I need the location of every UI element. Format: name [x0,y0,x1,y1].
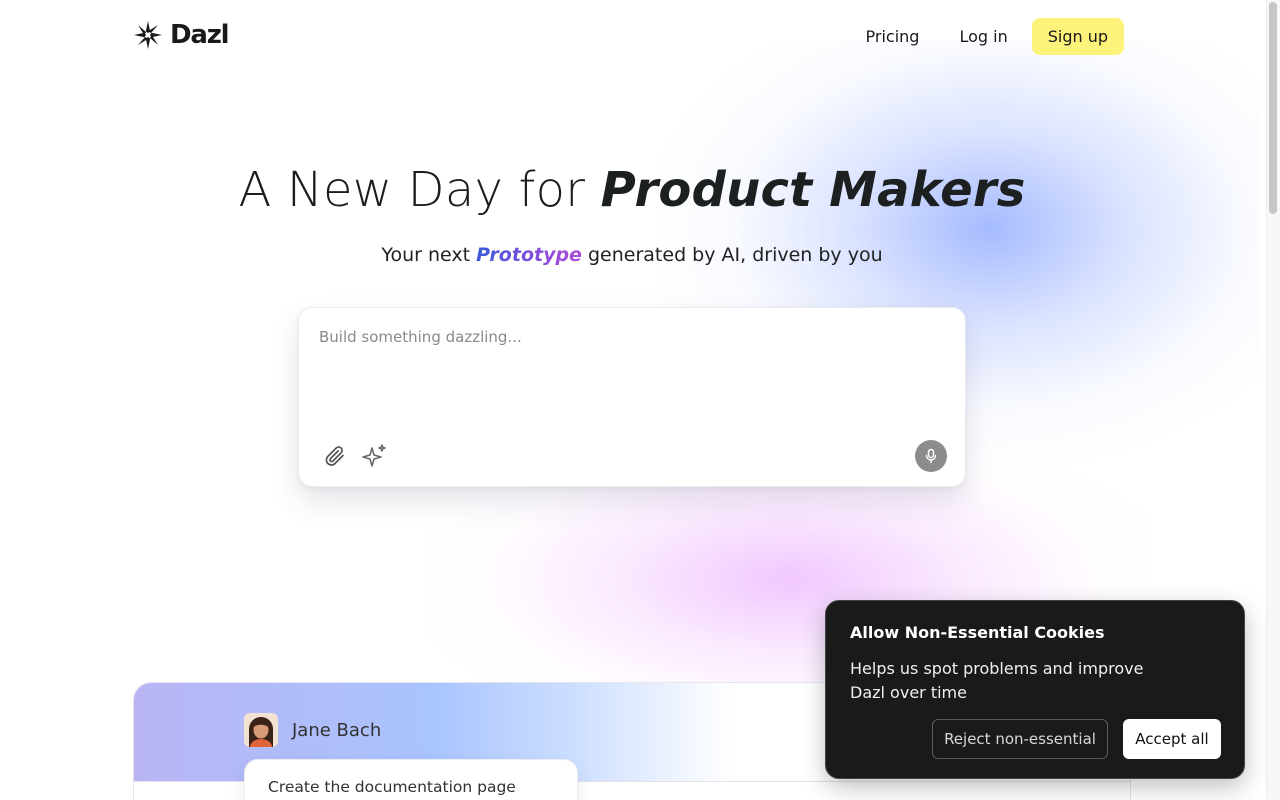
enhance-button[interactable] [361,442,389,470]
cookie-banner: Allow Non-Essential Cookies Helps us spo… [825,600,1245,779]
login-link[interactable]: Log in [943,18,1023,55]
brand-name: Dazl [170,20,230,50]
hero-sub-highlight: Prototype [476,244,582,266]
page-scrollbar[interactable] [1266,0,1280,800]
prompt-card [298,307,966,487]
brand-logo[interactable]: Dazl [132,18,230,52]
prompt-input[interactable] [319,328,939,418]
preview-message-card: Create the documentation page [244,759,578,800]
cookie-title: Allow Non-Essential Cookies [850,623,1105,642]
hero-sub-before: Your next [381,244,477,266]
attach-button[interactable] [321,442,349,470]
avatar [244,713,278,747]
preview-message-text: Create the documentation page [268,778,516,796]
hero-sub-after: generated by AI, driven by you [581,244,883,266]
asterisk-spark-icon [134,21,162,49]
preview-user-name: Jane Bach [292,719,382,741]
paperclip-icon [325,446,344,466]
hero-title-bold: Product Makers [600,162,1026,218]
reject-cookies-button[interactable]: Reject non-essential [932,719,1108,759]
top-nav: Pricing Log in Sign up [850,18,1124,55]
hero-title-light: A New Day for [238,162,601,218]
microphone-button[interactable] [915,440,947,472]
scrollbar-thumb[interactable] [1269,2,1277,214]
accept-cookies-button[interactable]: Accept all [1123,719,1221,759]
microphone-icon [925,448,937,464]
pricing-link[interactable]: Pricing [850,18,936,55]
hero-title: A New Day for Product Makers [0,162,1264,218]
preview-user-row: Jane Bach [244,713,381,747]
cookie-description: Helps us spot problems and improve Dazl … [850,659,1144,702]
hero-subtitle: Your next Prototype generated by AI, dri… [0,244,1264,266]
signup-button[interactable]: Sign up [1031,18,1124,55]
sparkle-icon [362,444,386,467]
